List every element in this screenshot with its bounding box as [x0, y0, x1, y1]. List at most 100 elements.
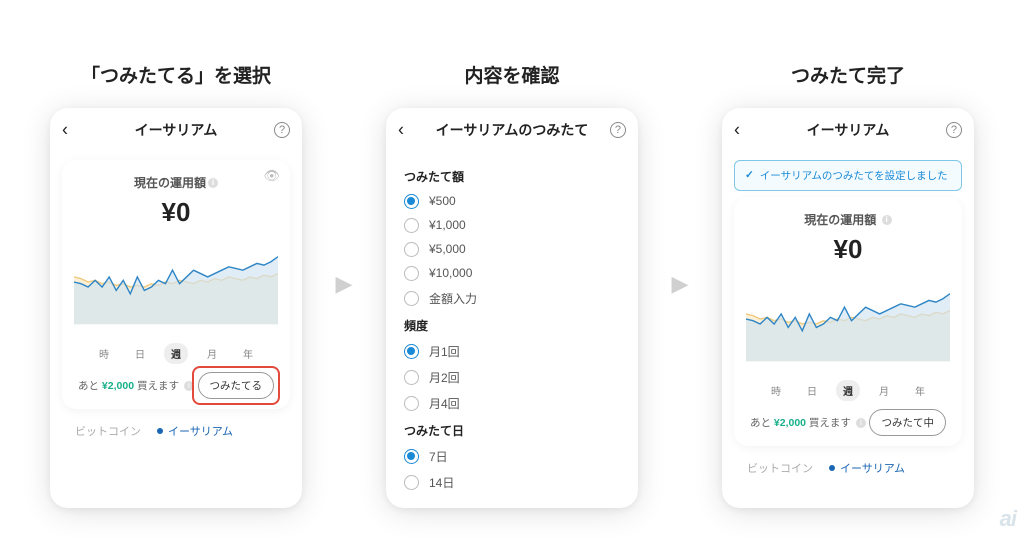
radio-icon[interactable] — [404, 396, 419, 411]
day-option[interactable]: 7日 — [404, 448, 620, 465]
screen-2-title: イーサリアムのつみたて — [436, 120, 589, 140]
step-1-title: 「つみたてる」を選択 — [81, 61, 271, 88]
watermark: ai — [1000, 506, 1016, 532]
radio-icon[interactable] — [404, 449, 419, 464]
time-day[interactable]: 日 — [800, 380, 824, 401]
step-3-title: つみたて完了 — [791, 61, 905, 88]
asset-tabs: ビットコイン イーサリアム — [722, 450, 974, 476]
accumulating-button[interactable]: つみたて中 — [869, 409, 946, 436]
operating-amount-value: ¥0 — [746, 234, 950, 265]
accumulate-button[interactable]: つみたてる — [198, 372, 275, 399]
tab-bitcoin[interactable]: ビットコイン — [736, 460, 813, 476]
step-1-column: 「つみたてる」を選択 ‹ イーサリアム ? 👁 現在の運用額i ¥0 時 日 週… — [50, 61, 302, 508]
arrow-icon: ▶ — [672, 271, 689, 297]
time-month[interactable]: 月 — [872, 380, 896, 401]
radio-label: ¥500 — [429, 194, 456, 208]
back-icon[interactable]: ‹ — [62, 119, 68, 140]
screen-1-header: ‹ イーサリアム ? — [50, 108, 302, 152]
amount-option[interactable]: 金額入力 — [404, 290, 620, 307]
time-week[interactable]: 週 — [164, 343, 188, 364]
toast-text: イーサリアムのつみたてを設定しました — [760, 168, 948, 183]
amount-option[interactable]: ¥5,000 — [404, 242, 620, 257]
visibility-icon[interactable]: 👁 — [263, 168, 280, 184]
price-chart — [746, 271, 950, 367]
screen-2-header: ‹ イーサリアムのつみたて ? — [386, 108, 638, 152]
operating-amount-value: ¥0 — [74, 197, 278, 228]
time-hour[interactable]: 時 — [92, 343, 116, 364]
time-week[interactable]: 週 — [836, 380, 860, 401]
operating-amount-label: 現在の運用額 i — [746, 211, 950, 228]
step-2-title: 内容を確認 — [464, 61, 559, 88]
step-3-column: つみたて完了 ‹ イーサリアム ? ✓ イーサリアムのつみたてを設定しました 現… — [722, 61, 974, 508]
info-icon[interactable]: i — [208, 178, 218, 188]
group-amount-title: つみたて額 — [404, 168, 620, 185]
arrow-icon: ▶ — [336, 271, 353, 297]
portfolio-card: 現在の運用額 i ¥0 時 日 週 月 年 あと ¥2,000 買えます i つ… — [734, 197, 962, 446]
info-icon[interactable]: i — [184, 381, 194, 391]
radio-label: ¥5,000 — [429, 242, 466, 256]
screen-1: ‹ イーサリアム ? 👁 現在の運用額i ¥0 時 日 週 月 年 — [50, 108, 302, 508]
screen-3-header: ‹ イーサリアム ? — [722, 108, 974, 152]
radio-icon[interactable] — [404, 370, 419, 385]
freq-options: 月1回月2回月4回 — [404, 343, 620, 412]
time-year[interactable]: 年 — [908, 380, 932, 401]
amount-option[interactable]: ¥10,000 — [404, 266, 620, 281]
accumulate-form: つみたて額 ¥500 ¥1,000 ¥5,000 ¥10,000 金額入力 頻度 月1回… — [386, 152, 638, 508]
remaining-balance: あと ¥2,000 買えます i — [78, 378, 194, 393]
time-year[interactable]: 年 — [236, 343, 260, 364]
screen-3-title: イーサリアム — [807, 120, 890, 140]
help-icon[interactable]: ? — [946, 122, 962, 138]
freq-option[interactable]: 月4回 — [404, 395, 620, 412]
tab-ethereum[interactable]: イーサリアム — [157, 423, 233, 439]
radio-label: 金額入力 — [429, 290, 477, 307]
amount-options: ¥500 ¥1,000 ¥5,000 ¥10,000 金額入力 — [404, 194, 620, 307]
screen-2: ‹ イーサリアムのつみたて ? つみたて額 ¥500 ¥1,000 ¥5,000 ¥1… — [386, 108, 638, 508]
info-icon[interactable]: i — [856, 418, 866, 428]
radio-icon[interactable] — [404, 218, 419, 233]
amount-option[interactable]: ¥500 — [404, 194, 620, 209]
freq-option[interactable]: 月2回 — [404, 369, 620, 386]
radio-label: ¥1,000 — [429, 218, 466, 232]
freq-option[interactable]: 月1回 — [404, 343, 620, 360]
time-day[interactable]: 日 — [128, 343, 152, 364]
radio-label: ¥10,000 — [429, 266, 472, 280]
radio-icon[interactable] — [404, 266, 419, 281]
group-freq-title: 頻度 — [404, 317, 620, 334]
operating-amount-label: 現在の運用額i — [74, 174, 278, 191]
radio-icon[interactable] — [404, 344, 419, 359]
day-options: 7日 14日 — [404, 448, 620, 491]
group-day-title: つみたて日 — [404, 422, 620, 439]
card-footer: あと ¥2,000 買えます i つみたてる — [74, 372, 278, 399]
screen-3: ‹ イーサリアム ? ✓ イーサリアムのつみたてを設定しました 現在の運用額 i… — [722, 108, 974, 508]
price-chart — [74, 234, 278, 330]
three-step-illustration: 「つみたてる」を選択 ‹ イーサリアム ? 👁 現在の運用額i ¥0 時 日 週… — [0, 0, 1024, 538]
tab-ethereum[interactable]: イーサリアム — [829, 460, 905, 476]
radio-icon[interactable] — [404, 475, 419, 490]
back-icon[interactable]: ‹ — [734, 119, 740, 140]
remaining-balance: あと ¥2,000 買えます i — [750, 415, 866, 430]
check-icon: ✓ — [745, 169, 754, 181]
screen-1-title: イーサリアム — [135, 120, 218, 140]
radio-label: 月4回 — [429, 395, 460, 412]
time-month[interactable]: 月 — [200, 343, 224, 364]
back-icon[interactable]: ‹ — [398, 119, 404, 140]
radio-label: 月1回 — [429, 343, 460, 360]
asset-tabs: ビットコイン イーサリアム — [50, 413, 302, 439]
time-hour[interactable]: 時 — [764, 380, 788, 401]
radio-icon[interactable] — [404, 291, 419, 306]
radio-icon[interactable] — [404, 242, 419, 257]
amount-option[interactable]: ¥1,000 — [404, 218, 620, 233]
help-icon[interactable]: ? — [274, 122, 290, 138]
radio-label: 月2回 — [429, 369, 460, 386]
help-icon[interactable]: ? — [610, 122, 626, 138]
step-2-column: 内容を確認 ‹ イーサリアムのつみたて ? つみたて額 ¥500¥1,000¥5… — [386, 61, 638, 508]
tab-bitcoin[interactable]: ビットコイン — [64, 423, 141, 439]
radio-label: 14日 — [429, 474, 454, 491]
radio-icon[interactable] — [404, 194, 419, 209]
time-range-row: 時 日 週 月 年 — [746, 380, 950, 401]
day-option[interactable]: 14日 — [404, 474, 620, 491]
time-range-row: 時 日 週 月 年 — [74, 343, 278, 364]
radio-label: 7日 — [429, 448, 448, 465]
card-footer: あと ¥2,000 買えます i つみたて中 — [746, 409, 950, 436]
info-icon[interactable]: i — [882, 215, 892, 225]
